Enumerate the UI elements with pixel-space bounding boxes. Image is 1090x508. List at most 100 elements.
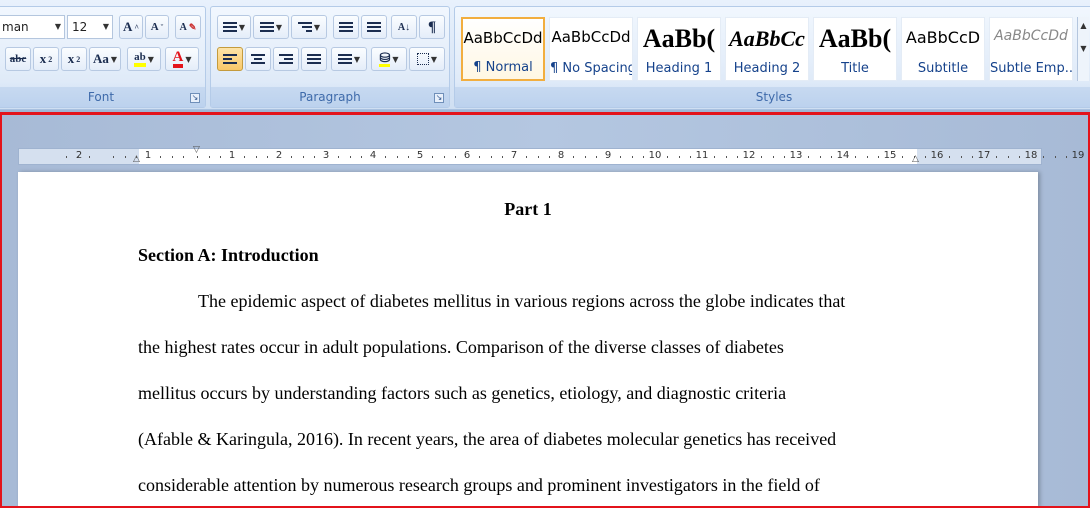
ruler-dot <box>1042 156 1044 158</box>
ruler-dot <box>925 156 927 158</box>
ruler-dot <box>760 156 762 158</box>
ruler-dot <box>854 156 856 158</box>
style-heading-2[interactable]: AaBbCc Heading 2 <box>725 17 809 81</box>
shrink-font-button[interactable]: Aˇ <box>145 15 169 39</box>
ruler-dot <box>396 156 398 158</box>
change-case-button[interactable]: Aa ▼ <box>89 47 121 71</box>
sort-button[interactable]: A↓ <box>391 15 417 39</box>
font-color-label: A <box>172 49 184 65</box>
bullets-button[interactable]: ▼ <box>217 15 251 39</box>
superscript-button[interactable]: x2 <box>61 47 87 71</box>
dialog-launcher-icon[interactable]: ↘ <box>190 93 200 103</box>
ruler-tick-label: 13 <box>789 150 803 161</box>
left-indent-marker[interactable]: △ <box>133 155 140 164</box>
style-preview: AaBbCcDd <box>994 28 1068 44</box>
paragraph-line: (Afable & Karingula, 2016). In recent ye… <box>138 429 837 449</box>
ruler-dot <box>866 156 868 158</box>
document-page[interactable]: Part 1 Section A: Introduction The epide… <box>18 172 1038 508</box>
ruler-tick-label: 1 <box>228 150 236 161</box>
increase-indent-icon <box>367 20 381 34</box>
subscript-button[interactable]: x2 <box>33 47 59 71</box>
style-heading-1[interactable]: AaBb( Heading 1 <box>637 17 721 81</box>
align-left-button[interactable] <box>217 47 243 71</box>
align-right-button[interactable] <box>273 47 299 71</box>
ruler-dot <box>255 156 257 158</box>
paragraph-line: The epidemic aspect of diabetes mellitus… <box>198 291 846 311</box>
ruler-tick-label: 1 <box>144 150 152 161</box>
show-marks-button[interactable]: ¶ <box>419 15 445 39</box>
strikethrough-icon: abc <box>9 53 27 65</box>
clear-formatting-icon: A <box>179 21 187 33</box>
chevron-up-icon[interactable]: ▲ <box>1078 21 1089 30</box>
style-subtle-emphasis[interactable]: AaBbCcDd Subtle Emp... <box>989 17 1073 81</box>
justify-button[interactable] <box>301 47 327 71</box>
ruler-dot <box>1019 156 1021 158</box>
ruler-dot <box>408 156 410 158</box>
chevron-down-icon[interactable]: ▼ <box>1078 44 1089 53</box>
align-left-icon <box>223 52 237 66</box>
ruler-dot <box>443 156 445 158</box>
line-spacing-button[interactable]: ▼ <box>331 47 367 71</box>
paint-bucket-icon: ⛁ <box>379 50 391 67</box>
styles-gallery-scroll[interactable]: ▲ ▼ <box>1077 17 1089 81</box>
document-title: Part 1 <box>504 199 552 219</box>
ruler-dot <box>314 156 316 158</box>
font-name-combo[interactable]: man ▼ <box>0 15 65 39</box>
ruler-dot <box>290 156 292 158</box>
dialog-launcher-icon[interactable]: ↘ <box>434 93 444 103</box>
ruler-dot <box>807 156 809 158</box>
ruler-dot <box>502 156 504 158</box>
ruler-tick-label: 18 <box>1024 150 1038 161</box>
ruler-dot <box>784 156 786 158</box>
style-name: Heading 2 <box>733 61 801 76</box>
ruler-tick-label: 16 <box>930 150 944 161</box>
align-center-icon <box>251 52 265 66</box>
style-preview: AaBbCcDd <box>463 29 543 47</box>
style-subtitle[interactable]: AaBbCcD Subtitle <box>901 17 985 81</box>
clear-formatting-button[interactable]: A ✎ <box>175 15 201 39</box>
section-heading: Section A: Introduction <box>138 245 319 265</box>
decrease-indent-button[interactable] <box>333 15 359 39</box>
multilevel-list-button[interactable]: ▼ <box>291 15 327 39</box>
first-line-indent-marker[interactable]: ▽ <box>193 146 200 155</box>
horizontal-ruler[interactable]: 2 1 1 2 3 4 5 6 7 8 9 10 11 12 13 14 15 16 17 18 19 ▽ △ △ <box>18 146 1084 165</box>
paragraph-group: ▼ ▼ ▼ A↓ ¶ ▼ ⛁ ▼ ▼ Paragraph ↘ <box>210 6 450 108</box>
ruler-dot <box>490 156 492 158</box>
style-name: Subtle Emp... <box>990 61 1072 76</box>
ruler-tick-label: 11 <box>695 150 709 161</box>
ruler-dot <box>537 156 539 158</box>
ruler-dot <box>196 156 198 158</box>
paragraph-line: considerable attention by numerous resea… <box>138 475 820 495</box>
ruler-dot <box>972 156 974 158</box>
ruler-dot <box>549 156 551 158</box>
grow-font-button[interactable]: A ^ <box>119 15 143 39</box>
ruler-dot <box>455 156 457 158</box>
ruler-dot <box>243 156 245 158</box>
style-preview: AaBb( <box>818 24 892 53</box>
strikethrough-button[interactable]: abc <box>5 47 31 71</box>
right-indent-marker[interactable]: △ <box>912 155 919 164</box>
ruler-dot <box>713 156 715 158</box>
font-size-combo[interactable]: 12 ▼ <box>67 15 113 39</box>
ruler-dot <box>819 156 821 158</box>
font-color-icon: A <box>172 49 184 68</box>
ruler-dot <box>666 156 668 158</box>
shading-button[interactable]: ⛁ ▼ <box>371 47 407 71</box>
ruler-tick-label: 17 <box>977 150 991 161</box>
style-normal[interactable]: AaBbCcDd ¶ Normal <box>461 17 545 81</box>
increase-indent-button[interactable] <box>361 15 387 39</box>
style-title[interactable]: AaBb( Title <box>813 17 897 81</box>
highlight-button[interactable]: ab ▼ <box>127 47 161 71</box>
ruler-tick-label: 15 <box>883 150 897 161</box>
style-name: ¶ No Spacing <box>550 61 632 76</box>
style-preview: AaBb( <box>642 24 716 53</box>
style-no-spacing[interactable]: AaBbCcDd ¶ No Spacing <box>549 17 633 81</box>
align-center-button[interactable] <box>245 47 271 71</box>
borders-button[interactable]: ▼ <box>409 47 445 71</box>
ruler-dot <box>1007 156 1009 158</box>
ruler-tick-label: 8 <box>557 150 565 161</box>
numbering-button[interactable]: ▼ <box>253 15 289 39</box>
font-color-button[interactable]: A ▼ <box>165 47 199 71</box>
decrease-indent-icon <box>339 20 353 34</box>
ruler-dot <box>384 156 386 158</box>
